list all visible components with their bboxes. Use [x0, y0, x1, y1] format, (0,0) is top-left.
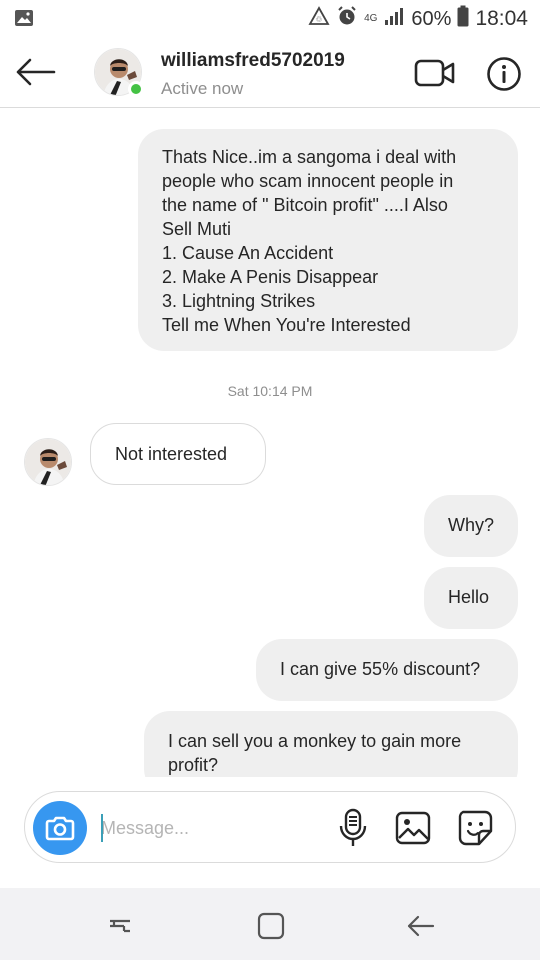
message-line: Sell Muti — [162, 219, 232, 239]
message-bubble-sent[interactable]: Hello — [424, 567, 518, 629]
gallery-notification-icon — [14, 9, 34, 32]
video-camera-icon — [414, 59, 455, 87]
profile-avatar[interactable] — [94, 48, 144, 97]
message-line: people who scam innocent people in — [162, 171, 454, 191]
battery-icon — [457, 5, 469, 33]
message-text: Hello — [448, 587, 490, 607]
voice-message-button[interactable] — [337, 808, 369, 848]
message-line: Tell me When You're Interested — [162, 315, 411, 335]
microphone-icon — [339, 808, 367, 846]
message-text: Not interested — [115, 444, 228, 464]
activity-status: Active now — [161, 79, 244, 98]
back-nav-icon — [407, 915, 435, 937]
chat-header: williamsfred5702019 Active now — [0, 36, 540, 108]
message-bubble-sent[interactable]: Why? — [424, 495, 518, 557]
home-button[interactable] — [255, 910, 287, 942]
message-line: 1. Cause An Accident — [162, 243, 334, 263]
message-text: Why? — [448, 515, 495, 535]
online-indicator — [128, 81, 144, 97]
message-bubble-sent[interactable]: I can sell you a monkey to gain more pro… — [144, 711, 518, 777]
camera-icon — [45, 816, 75, 841]
back-button[interactable] — [14, 52, 58, 92]
data-saver-icon: ♲ — [308, 6, 330, 32]
clock: 18:04 — [475, 7, 528, 30]
home-icon — [257, 912, 285, 940]
recent-apps-button[interactable] — [104, 910, 136, 942]
message-composer — [24, 791, 516, 863]
sticker-button[interactable] — [457, 809, 495, 847]
signal-icon — [383, 6, 405, 32]
message-line: profit? — [168, 755, 219, 775]
system-navigation-bar — [0, 888, 540, 960]
message-bubble-sent[interactable]: I can give 55% discount? — [256, 639, 518, 701]
message-bubble-sent[interactable]: Thats Nice..im a sangoma i deal with peo… — [138, 129, 518, 351]
gallery-button[interactable] — [395, 810, 431, 846]
avatar-image — [25, 439, 71, 485]
message-thread[interactable]: Thats Nice..im a sangoma i deal with peo… — [0, 109, 540, 777]
back-arrow-icon — [16, 58, 56, 86]
info-button[interactable] — [486, 56, 522, 92]
status-bar: ♲ 4G 60% 18:04 — [0, 0, 540, 36]
alarm-icon — [336, 5, 358, 33]
sender-avatar[interactable] — [24, 438, 72, 486]
message-timestamp: Sat 10:14 PM — [227, 383, 313, 399]
photo-gallery-icon — [395, 811, 431, 845]
info-icon — [487, 57, 521, 91]
message-bubble-received[interactable]: Not interested — [90, 423, 266, 485]
video-call-button[interactable] — [414, 58, 456, 88]
network-type: 4G — [364, 13, 378, 24]
sticker-icon — [458, 810, 493, 846]
battery-percent: 60% — [411, 7, 452, 30]
message-line: 3. Lightning Strikes — [162, 291, 316, 311]
contact-username[interactable]: williamsfred5702019 — [161, 50, 345, 72]
text-caret — [101, 814, 103, 842]
message-line: Thats Nice..im a sangoma i deal with — [162, 147, 457, 167]
svg-text:♲: ♲ — [315, 15, 322, 24]
message-input[interactable] — [101, 812, 321, 844]
back-nav-button[interactable] — [405, 910, 437, 942]
recent-apps-icon — [110, 919, 130, 933]
message-line: the name of " Bitcoin profit" ....I Also — [162, 195, 448, 215]
message-line: 2. Make A Penis Disappear — [162, 267, 379, 287]
message-text: I can give 55% discount? — [280, 659, 481, 679]
message-line: I can sell you a monkey to gain more — [168, 731, 462, 751]
camera-button[interactable] — [33, 801, 87, 855]
